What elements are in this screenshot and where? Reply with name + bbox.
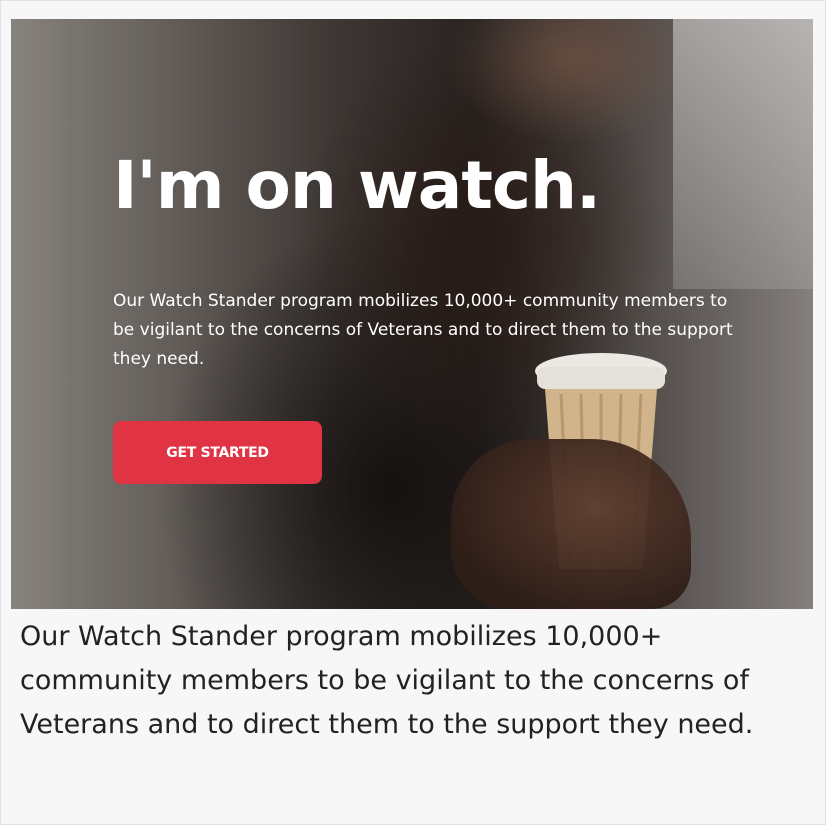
hand-image — [451, 439, 691, 609]
hero-title: I'm on watch. — [113, 147, 601, 224]
hero-description: Our Watch Stander program mobilizes 10,0… — [113, 291, 733, 369]
content-card: I'm on watch. Our Watch Stander program … — [0, 0, 826, 825]
get-started-button[interactable]: GET STARTED — [113, 421, 322, 484]
hero-banner: I'm on watch. Our Watch Stander program … — [11, 19, 813, 609]
image-caption: Our Watch Stander program mobilizes 10,0… — [20, 621, 754, 740]
